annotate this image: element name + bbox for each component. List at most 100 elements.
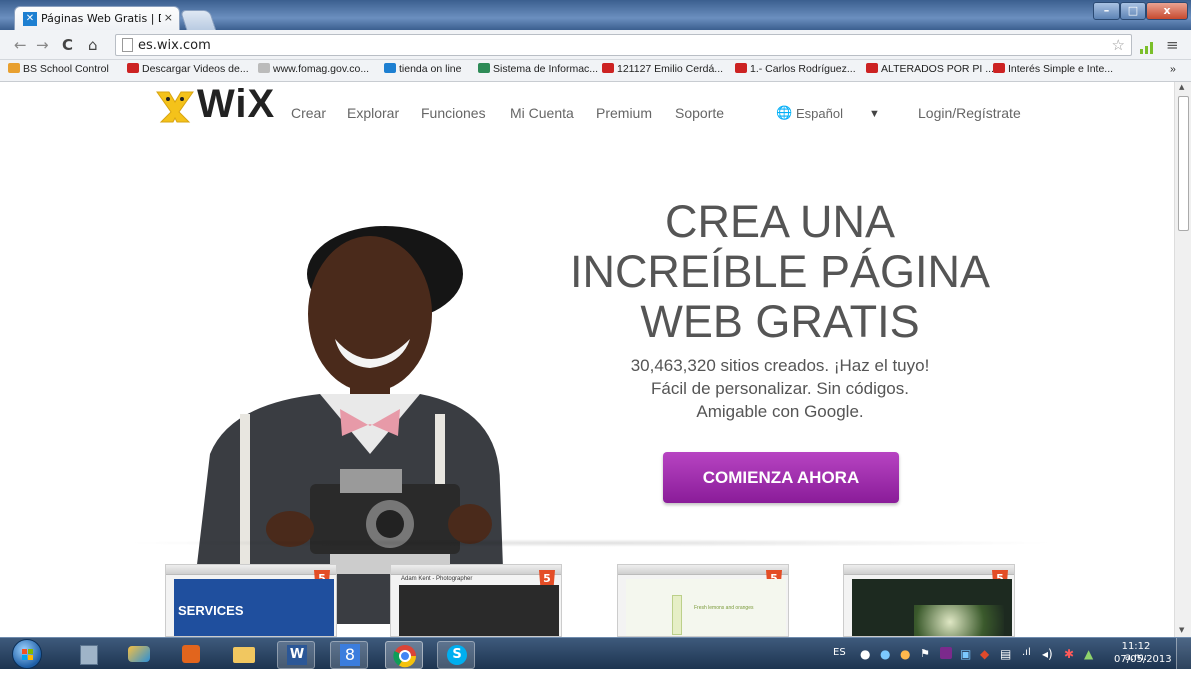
wix-favicon-icon: [384, 63, 396, 73]
vertical-scrollbar[interactable]: ▲ ▼: [1174, 82, 1191, 637]
page-icon: [122, 38, 133, 52]
google-icon[interactable]: 8: [330, 641, 368, 669]
scroll-down-icon[interactable]: ▼: [1179, 626, 1184, 634]
media-player-icon[interactable]: [172, 641, 210, 669]
antivirus-icon[interactable]: ✱: [1064, 647, 1074, 661]
home-icon[interactable]: ⌂: [88, 37, 98, 53]
logo-text: WiX: [197, 82, 276, 126]
notification-icon[interactable]: ●: [900, 647, 910, 661]
bookmark-item[interactable]: BS School Control: [8, 63, 109, 75]
wix-logo[interactable]: WiX: [155, 82, 276, 126]
display-icon[interactable]: ▣: [960, 647, 971, 661]
template-thumbnail[interactable]: 5 Adam Kent - Photographer: [390, 564, 562, 637]
menu-icon[interactable]: ≡: [1166, 37, 1179, 53]
thumb-caption: Fresh lemons and oranges: [694, 605, 754, 611]
device-icon[interactable]: ▤: [1000, 647, 1011, 661]
volume-icon[interactable]: ◂): [1042, 647, 1053, 661]
wix-favicon-icon: ✕: [23, 12, 37, 26]
nav-premium[interactable]: Premium: [596, 105, 652, 121]
scroll-thumb[interactable]: [1178, 96, 1189, 231]
star-icon[interactable]: ☆: [1112, 36, 1125, 54]
bookmark-item[interactable]: Interés Simple e Inte...: [993, 63, 1113, 75]
flag-icon[interactable]: ⚑: [920, 647, 930, 660]
start-now-button[interactable]: COMIENZA AHORA: [663, 452, 899, 503]
bottle-image: [672, 595, 682, 635]
signal-icon[interactable]: .ıl: [1022, 647, 1031, 658]
signal-extension-icon[interactable]: [1140, 39, 1154, 54]
tab-close-icon[interactable]: ×: [164, 11, 173, 24]
hero-photo: [170, 154, 515, 624]
back-icon[interactable]: ←: [14, 37, 27, 53]
bookmark-item[interactable]: Sistema de Informac...: [478, 63, 598, 75]
template-thumbnail[interactable]: 5: [843, 564, 1015, 637]
browser-toolbar: ← → C ⌂ es.wix.com ☆ ≡: [0, 30, 1191, 60]
thumb-browser-bar: [391, 565, 561, 575]
globe-icon: 🌐: [776, 105, 793, 120]
divider: [120, 539, 1060, 547]
nav-funciones[interactable]: Funciones: [421, 105, 486, 121]
template-thumbnail[interactable]: 5 SERVICES: [165, 564, 337, 637]
flower-image: [914, 605, 1004, 636]
thumb-preview: [399, 585, 559, 636]
subline-easy: Fácil de personalizar. Sin códigos.: [651, 379, 909, 398]
url-text: es.wix.com: [138, 38, 211, 53]
forward-icon[interactable]: →: [36, 37, 49, 53]
calculator-icon[interactable]: [70, 641, 108, 669]
headline-line: CREA UNA: [664, 196, 896, 247]
tab-active[interactable]: ✕ Páginas Web Gratis | Desc ×: [14, 6, 180, 30]
subline-google: Amigable con Google.: [696, 402, 864, 421]
youtube-icon: [866, 63, 878, 73]
nav-mi-cuenta[interactable]: Mi Cuenta: [510, 105, 574, 121]
bookmarks-overflow[interactable]: »: [1170, 63, 1176, 75]
headline-line: WEB GRATIS: [640, 296, 920, 347]
thumb-caption: SERVICES: [178, 603, 244, 618]
onenote-icon[interactable]: [940, 647, 952, 659]
bookmark-item[interactable]: Descargar Videos de...: [127, 63, 249, 75]
chevron-down-icon[interactable]: ▼: [869, 108, 880, 120]
bookmarks-bar: BS School Control Descargar Videos de...…: [0, 60, 1191, 82]
scroll-up-icon[interactable]: ▲: [1179, 83, 1184, 91]
youtube-icon: [993, 63, 1005, 73]
bookmark-favicon-icon: [478, 63, 490, 73]
maximize-button[interactable]: □: [1120, 2, 1146, 20]
update-icon[interactable]: ◆: [980, 647, 989, 661]
bookmark-item[interactable]: ALTERADOS POR PI ...: [866, 63, 994, 75]
nav-soporte[interactable]: Soporte: [675, 105, 724, 121]
minimize-button[interactable]: –: [1093, 2, 1120, 20]
thumb-browser-bar: [618, 565, 788, 575]
youtube-icon: [127, 63, 139, 73]
tray-icons[interactable]: ●: [860, 647, 870, 661]
nav-crear[interactable]: Crear: [291, 105, 326, 121]
power-icon[interactable]: ▲: [1084, 647, 1093, 661]
bookmark-favicon-icon: [258, 63, 270, 73]
file-explorer-icon[interactable]: [225, 641, 263, 669]
headline-line: INCREÍBLE PÁGINA: [569, 246, 991, 297]
clock-date[interactable]: 07/05/2013: [1114, 654, 1172, 665]
template-thumbnail[interactable]: 5 Fresh lemons and oranges: [617, 564, 789, 637]
bookmark-item[interactable]: www.fomag.gov.co...: [258, 63, 369, 75]
nav-explorar[interactable]: Explorar: [347, 105, 399, 121]
thumb-browser-bar: [844, 565, 1014, 575]
new-tab-button[interactable]: [179, 10, 217, 30]
bookmark-item[interactable]: 1.- Carlos Rodríguez...: [735, 63, 856, 75]
reload-icon[interactable]: C: [62, 37, 73, 53]
thumb-caption: Adam Kent - Photographer: [401, 576, 473, 582]
web-page: WiX Crear Explorar Funciones Mi Cuenta P…: [0, 82, 1174, 637]
show-desktop-button[interactable]: [1176, 638, 1191, 670]
skype-icon[interactable]: S: [437, 641, 475, 669]
bookmark-item[interactable]: tienda on line: [384, 63, 461, 75]
language-indicator[interactable]: ES: [833, 647, 846, 658]
chrome-icon[interactable]: [385, 641, 423, 669]
start-button[interactable]: [12, 639, 42, 669]
youtube-icon: [602, 63, 614, 73]
windows-live-icon[interactable]: [120, 641, 158, 669]
window-titlebar: ✕ Páginas Web Gratis | Desc × – □ x: [0, 0, 1191, 30]
youtube-icon: [735, 63, 747, 73]
word-icon[interactable]: W: [277, 641, 315, 669]
language-select[interactable]: Español: [796, 106, 843, 121]
bookmark-item[interactable]: 121127 Emilio Cerdá...: [602, 63, 723, 75]
close-window-button[interactable]: x: [1146, 2, 1188, 20]
login-link[interactable]: Login/Regístrate: [918, 105, 1021, 121]
address-bar[interactable]: es.wix.com ☆: [115, 34, 1132, 56]
network-icon[interactable]: ●: [880, 647, 890, 661]
